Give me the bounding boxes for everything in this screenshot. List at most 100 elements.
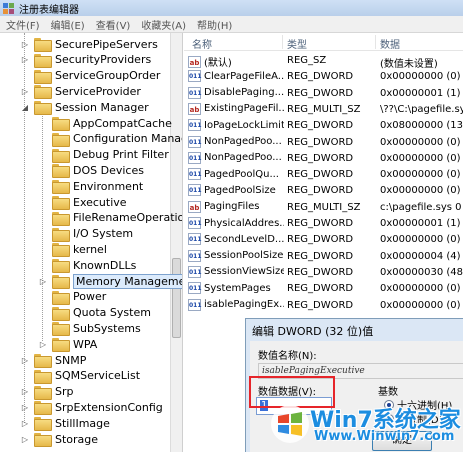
tree-item[interactable]: ▷ SrpExtensionConfig (20, 399, 163, 416)
expand-arrow-icon[interactable]: ▷ (20, 39, 30, 49)
folder-icon (34, 85, 52, 100)
tree-item[interactable]: SubSystems (38, 320, 141, 337)
value-type: REG_SZ (287, 55, 327, 66)
registry-tree[interactable]: ▷ SecurePipeServers ▷ SecurityProviders Serv… (0, 33, 183, 452)
tree-item[interactable]: kernel (38, 241, 107, 258)
tree-item[interactable]: ▷ Memory Management (38, 273, 182, 289)
value-row[interactable]: 011 PhysicalAddres... REG_DWORD 0x00000001 … (184, 216, 463, 232)
value-name-cell: 011 ClearPageFileA... (188, 70, 284, 83)
value-row[interactable]: 011 SecondLevelD... REG_DWORD 0x00000000 (0… (184, 232, 463, 248)
value-name: ExistingPageFil... (204, 103, 284, 115)
value-row[interactable]: 011 SystemPages REG_DWORD 0x00000000 (0) (184, 281, 463, 297)
value-row[interactable]: 011 ClearPageFileA... REG_DWORD 0x00000000 … (184, 69, 463, 85)
value-name-cell: 011 SystemPages (188, 282, 284, 295)
value-name-label: 数值名称(N): (258, 351, 317, 362)
value-row[interactable]: 011 isablePagingEx... REG_DWORD 0x00000000 … (184, 298, 463, 314)
collapse-arrow-icon[interactable]: ◢ (20, 102, 30, 112)
value-row[interactable]: 011 SessionViewSize REG_DWORD 0x00000030 (4… (184, 265, 463, 281)
value-data: 0x00000030 (48) (380, 266, 463, 278)
tree-item-label: AppCompatCache (73, 116, 172, 130)
tree-scrollbar[interactable] (170, 33, 182, 452)
tree-item-label: SubSystems (73, 321, 141, 335)
folder-icon (34, 417, 52, 432)
expand-arrow-icon[interactable]: ▷ (38, 339, 48, 349)
column-data[interactable]: 数据 (380, 36, 400, 51)
value-name: (默认) (204, 58, 232, 69)
tree-item[interactable]: ▷ Storage (20, 431, 98, 447)
value-row[interactable]: 011 PagedPoolSize REG_DWORD 0x00000000 (0) (184, 183, 463, 199)
tree-item[interactable]: KnownDLLs (38, 257, 137, 274)
value-row[interactable]: 011 PagedPoolQu... REG_DWORD 0x00000000 (0) (184, 167, 463, 183)
expand-arrow-icon[interactable]: ▷ (20, 387, 30, 397)
folder-icon (52, 338, 70, 353)
tree-item[interactable]: I/O System (38, 226, 133, 242)
menu-edit[interactable]: 编辑(E) (51, 17, 85, 32)
tree-item-label: SQMServiceList (55, 369, 141, 383)
folder-icon (34, 401, 52, 416)
tree-item[interactable]: ▷ WPA (38, 336, 98, 353)
tree-item[interactable]: Executive (38, 194, 127, 210)
tree-item[interactable]: ▷ SNMP (20, 352, 86, 368)
value-row[interactable]: ab ExistingPageFil... REG_MULTI_SZ \??\C:\p… (184, 102, 463, 118)
tree-item[interactable]: Configuration Manager (38, 131, 182, 147)
value-row[interactable]: 011 IoPageLockLimit REG_DWORD 0x08000000 (1… (184, 118, 463, 134)
tree-item[interactable]: Environment (38, 178, 143, 195)
tree-item[interactable]: ▷ ServiceProvider (20, 83, 141, 100)
expand-arrow-icon[interactable]: ▷ (20, 434, 30, 444)
expand-arrow-icon[interactable]: ▷ (20, 418, 30, 428)
tree-item-label: WPA (73, 337, 98, 351)
value-row[interactable]: 011 DisablePaging... REG_DWORD 0x00000001 (… (184, 86, 463, 102)
menu-favorites[interactable]: 收藏夹(A) (141, 17, 186, 32)
tree-item[interactable]: SQMServiceList (20, 368, 140, 384)
tree-item-label: SrpExtensionConfig (55, 400, 163, 414)
column-separator[interactable] (375, 35, 376, 49)
folder-icon (52, 196, 70, 210)
value-row[interactable]: 011 SessionPoolSize REG_DWORD 0x00000004 (4… (184, 249, 463, 265)
list-header: 名称 类型 数据 (184, 33, 463, 51)
tree-item[interactable]: Quota System (38, 305, 151, 321)
tree-item[interactable]: ▷ SecurityProviders (20, 52, 151, 68)
column-separator[interactable] (282, 35, 283, 49)
column-name[interactable]: 名称 (192, 36, 212, 51)
tree-item[interactable]: Debug Print Filter (38, 147, 169, 163)
value-row[interactable]: ab (默认) REG_SZ (数值未设置) (184, 53, 463, 70)
tree-item[interactable]: FileRenameOperations (38, 210, 182, 226)
tree-item[interactable]: ServiceGroupOrder (20, 68, 160, 84)
column-type[interactable]: 类型 (287, 36, 307, 51)
menu-bar: 文件(F) 编辑(E) 查看(V) 收藏夹(A) 帮助(H) (0, 16, 463, 33)
folder-icon (34, 369, 52, 384)
tree-item[interactable]: ◢ Session Manager (20, 99, 149, 116)
value-name-cell: 011 PhysicalAddres... (188, 217, 284, 229)
expand-arrow-icon[interactable]: ▷ (38, 276, 48, 286)
tree-item-label: KnownDLLs (73, 258, 137, 272)
expand-arrow-icon[interactable]: ▷ (20, 86, 30, 96)
value-row[interactable]: ab PagingFiles REG_MULTI_SZ c:\pagefile.sys… (184, 200, 463, 216)
value-data: 0x00000000 (0) (380, 283, 461, 295)
value-name-cell: 011 isablePagingEx... (188, 298, 284, 311)
tree-item-label: DOS Devices (73, 163, 144, 177)
value-name-cell: ab (默认) (188, 54, 284, 69)
binary-value-icon: 011 (188, 135, 202, 148)
tree-item[interactable]: ▷ StillImage (20, 415, 110, 432)
expand-arrow-icon[interactable]: ▷ (20, 402, 30, 412)
tree-item-label: Srp (55, 385, 74, 399)
tree-item[interactable]: ▷ Srp (20, 384, 74, 400)
menu-file[interactable]: 文件(F) (6, 17, 40, 32)
tree-item[interactable]: DOS Devices (38, 162, 144, 179)
menu-help[interactable]: 帮助(H) (197, 17, 232, 32)
value-name: NonPagedPoo... (204, 136, 282, 147)
tree-item[interactable]: ▷ SecurePipeServers (20, 36, 158, 52)
tree-item[interactable]: AppCompatCache (38, 115, 172, 131)
value-row[interactable]: 011 NonPagedPoo... REG_DWORD 0x00000000 (0) (184, 135, 463, 151)
expand-arrow-icon[interactable]: ▷ (20, 355, 30, 365)
dialog-title: 编辑 DWORD (32 位)值 (252, 325, 374, 338)
value-name: ClearPageFileA... (204, 70, 284, 82)
tree-scroll-thumb[interactable] (172, 258, 181, 338)
value-row[interactable]: 011 NonPagedPoo... REG_DWORD 0x00000000 (0) (184, 151, 463, 167)
expand-arrow-icon[interactable]: ▷ (20, 55, 30, 65)
menu-view[interactable]: 查看(V) (96, 17, 131, 32)
folder-icon (34, 385, 52, 400)
tree-item[interactable]: Power (38, 289, 106, 305)
